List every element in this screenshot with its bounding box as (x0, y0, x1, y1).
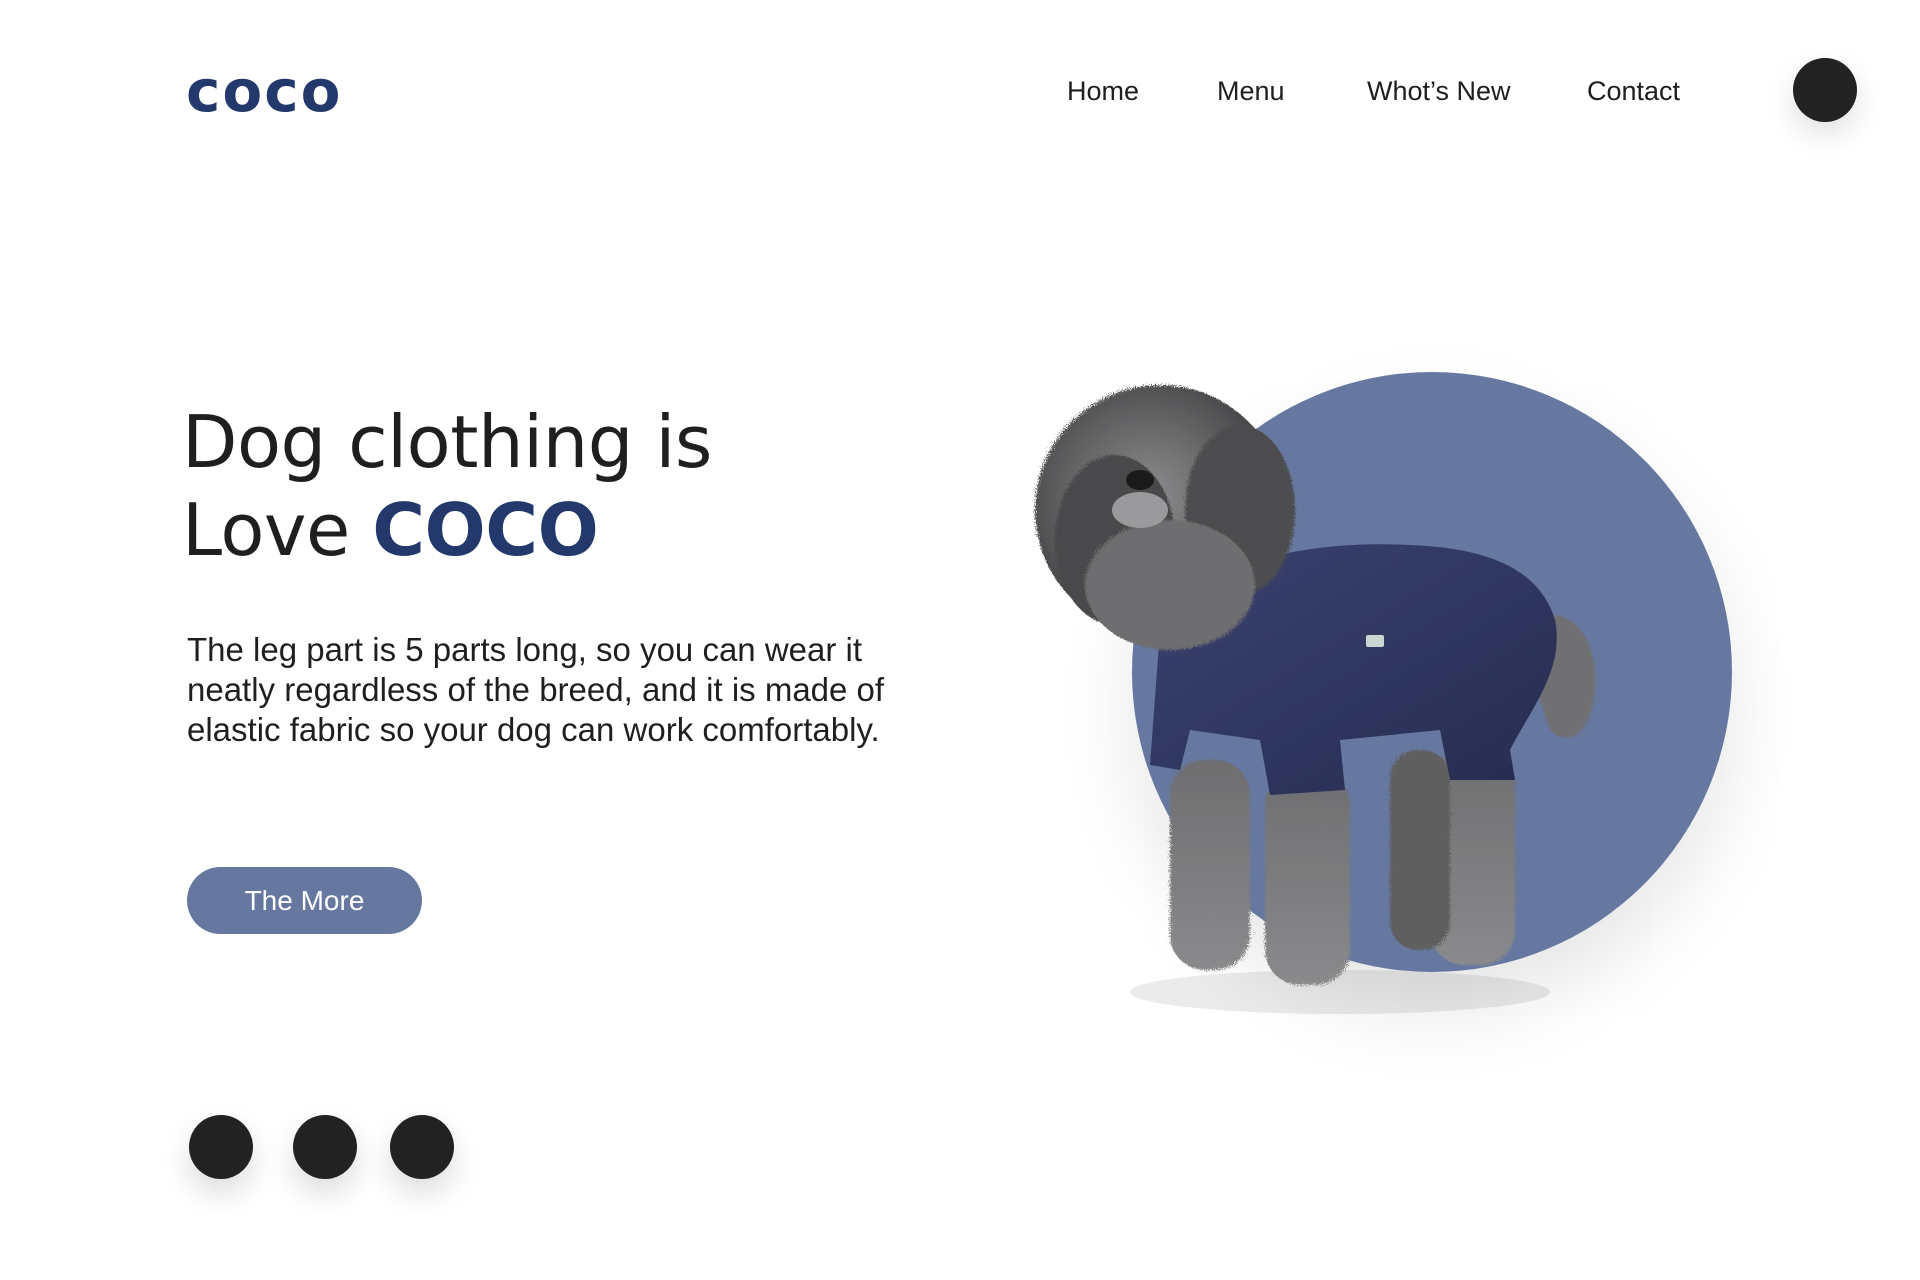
headline-brand-accent: COCO (372, 488, 599, 572)
headline-line-2-prefix: Love (182, 488, 373, 572)
nav-item-whats-new[interactable]: Whot’s New (1367, 76, 1511, 107)
hero-description: The leg part is 5 parts long, so you can… (187, 631, 885, 748)
carousel-dot-1[interactable] (189, 1115, 253, 1179)
carousel-dot-2[interactable] (293, 1115, 357, 1179)
the-more-button[interactable]: The More (187, 867, 422, 934)
headline-line-1: Dog clothing is (182, 400, 712, 484)
hero-headline: Dog clothing is Love COCO (182, 398, 712, 574)
profile-avatar[interactable] (1793, 58, 1857, 122)
nav-item-menu[interactable]: Menu (1217, 76, 1285, 107)
hero-dog-image (1035, 385, 1596, 1014)
nav-item-contact[interactable]: Contact (1587, 76, 1680, 107)
nav-item-home[interactable]: Home (1067, 76, 1139, 107)
brand-logo[interactable]: coco (186, 62, 342, 120)
carousel-dot-3[interactable] (390, 1115, 454, 1179)
